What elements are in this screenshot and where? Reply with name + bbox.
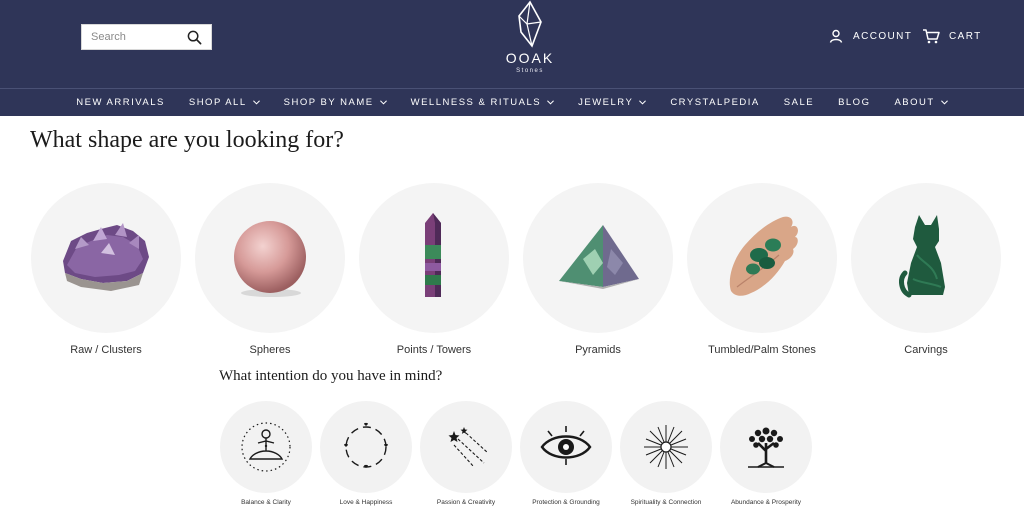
nav-item-label: NEW ARRIVALS — [76, 97, 165, 108]
shape-label[interactable]: Raw / Clusters — [11, 344, 201, 356]
intent-icon-circle[interactable] — [220, 401, 312, 493]
intent-icon-circle[interactable] — [720, 401, 812, 493]
shape-label[interactable]: Carvings — [831, 344, 1021, 356]
nav-item-shop-all[interactable]: SHOP ALL — [189, 97, 260, 108]
search-input[interactable] — [91, 26, 191, 48]
nav-item-shop-by-name[interactable]: SHOP BY NAME — [284, 97, 387, 108]
cart-icon — [923, 29, 940, 44]
rose-quartz-sphere-image — [234, 221, 306, 297]
nav-item-label: JEWELRY — [578, 97, 634, 108]
shape-label[interactable]: Pyramids — [503, 344, 693, 356]
shape-card-raw-clusters[interactable]: Raw / Clusters — [31, 183, 181, 356]
tree-icon — [748, 427, 784, 468]
shape-label[interactable]: Spheres — [175, 344, 365, 356]
malachite-cat-carving-image — [899, 215, 945, 298]
main-nav: NEW ARRIVALS SHOP ALL SHOP BY NAME WELLN… — [0, 89, 1024, 116]
site-logo[interactable]: OOAK Stones — [497, 0, 563, 80]
logo-brand-text: OOAK — [505, 50, 555, 66]
nav-item-sale[interactable]: SALE — [784, 97, 814, 108]
hand-with-stones-image — [729, 216, 798, 296]
intent-icon-circle[interactable] — [520, 401, 612, 493]
shape-image-circle[interactable] — [523, 183, 673, 333]
nav-item-label: WELLNESS & RITUALS — [410, 97, 542, 108]
intent-card-abundance-prosperity[interactable]: Abundance & Prosperity — [720, 401, 812, 506]
nav-item-label: BLOG — [838, 97, 871, 108]
cart-link[interactable]: CART — [922, 28, 982, 44]
account-label: ACCOUNT — [853, 30, 913, 42]
shooting-stars-icon — [448, 427, 489, 468]
logo-sub-text: Stones — [516, 68, 544, 74]
account-link[interactable]: ACCOUNT — [829, 29, 912, 43]
intent-label[interactable]: Abundance & Prosperity — [700, 499, 832, 506]
shape-section-title: What shape are you looking for? — [30, 127, 344, 153]
shape-image-circle[interactable] — [851, 183, 1001, 333]
site-header: OOAK Stones ACCOUNT CART NEW ARRIVALS SH… — [0, 0, 1024, 116]
starburst-icon — [644, 425, 688, 469]
shape-card-points-towers[interactable]: Points / Towers — [359, 183, 509, 356]
nav-item-label: SHOP ALL — [188, 97, 247, 108]
intent-card-love-happiness[interactable]: Love & Happiness — [320, 401, 412, 506]
shape-image-circle[interactable] — [195, 183, 345, 333]
fluorite-pyramid-image — [559, 225, 639, 289]
nav-item-label: SHOP BY NAME — [283, 97, 374, 108]
intent-card-passion-creativity[interactable]: Passion & Creativity — [420, 401, 512, 506]
shape-card-spheres[interactable]: Spheres — [195, 183, 345, 356]
nav-item-crystalpedia[interactable]: CRYSTALPEDIA — [670, 97, 759, 108]
meditation-icon — [241, 422, 291, 472]
shape-card-carvings[interactable]: Carvings — [851, 183, 1001, 356]
shape-card-tumbled-palm-stones[interactable]: Tumbled/Palm Stones — [687, 183, 837, 356]
nav-item-about[interactable]: ABOUT — [894, 97, 948, 108]
search-icon[interactable] — [187, 30, 202, 45]
chevron-down-icon — [379, 100, 387, 105]
shape-label[interactable]: Points / Towers — [339, 344, 529, 356]
chevron-down-icon — [940, 100, 948, 105]
chevron-down-icon — [547, 100, 555, 105]
amethyst-cluster-image — [63, 223, 149, 291]
shape-card-pyramids[interactable]: Pyramids — [523, 183, 673, 356]
intent-card-balance-clarity[interactable]: Balance & Clarity — [220, 401, 312, 506]
shape-image-circle[interactable] — [359, 183, 509, 333]
intention-section-title: What intention do you have in mind? — [219, 368, 443, 384]
cart-label: CART — [949, 30, 982, 42]
nav-item-blog[interactable]: BLOG — [838, 97, 870, 108]
shape-image-circle[interactable] — [31, 183, 181, 333]
fluorite-tower-image — [425, 213, 441, 297]
nav-item-jewelry[interactable]: JEWELRY — [578, 97, 647, 108]
nav-item-label: ABOUT — [894, 97, 935, 108]
intent-card-spirituality-connection[interactable]: Spirituality & Connection — [620, 401, 712, 506]
nav-item-label: SALE — [783, 97, 815, 108]
intent-icon-circle[interactable] — [420, 401, 512, 493]
shape-label[interactable]: Tumbled/Palm Stones — [667, 344, 857, 356]
search-box — [81, 24, 212, 50]
evil-eye-icon — [540, 426, 592, 465]
intent-icon-circle[interactable] — [620, 401, 712, 493]
shape-image-circle[interactable] — [687, 183, 837, 333]
intent-card-protection-grounding[interactable]: Protection & Grounding — [520, 401, 612, 506]
user-icon — [829, 29, 843, 43]
heart-circle-icon — [344, 422, 388, 468]
nav-item-new-arrivals[interactable]: NEW ARRIVALS — [76, 97, 165, 108]
nav-item-wellness-rituals[interactable]: WELLNESS & RITUALS — [410, 97, 555, 108]
nav-item-label: CRYSTALPEDIA — [670, 97, 760, 108]
intent-icon-circle[interactable] — [320, 401, 412, 493]
chevron-down-icon — [639, 100, 647, 105]
crystal-logo-icon — [518, 0, 542, 48]
chevron-down-icon — [252, 100, 260, 105]
